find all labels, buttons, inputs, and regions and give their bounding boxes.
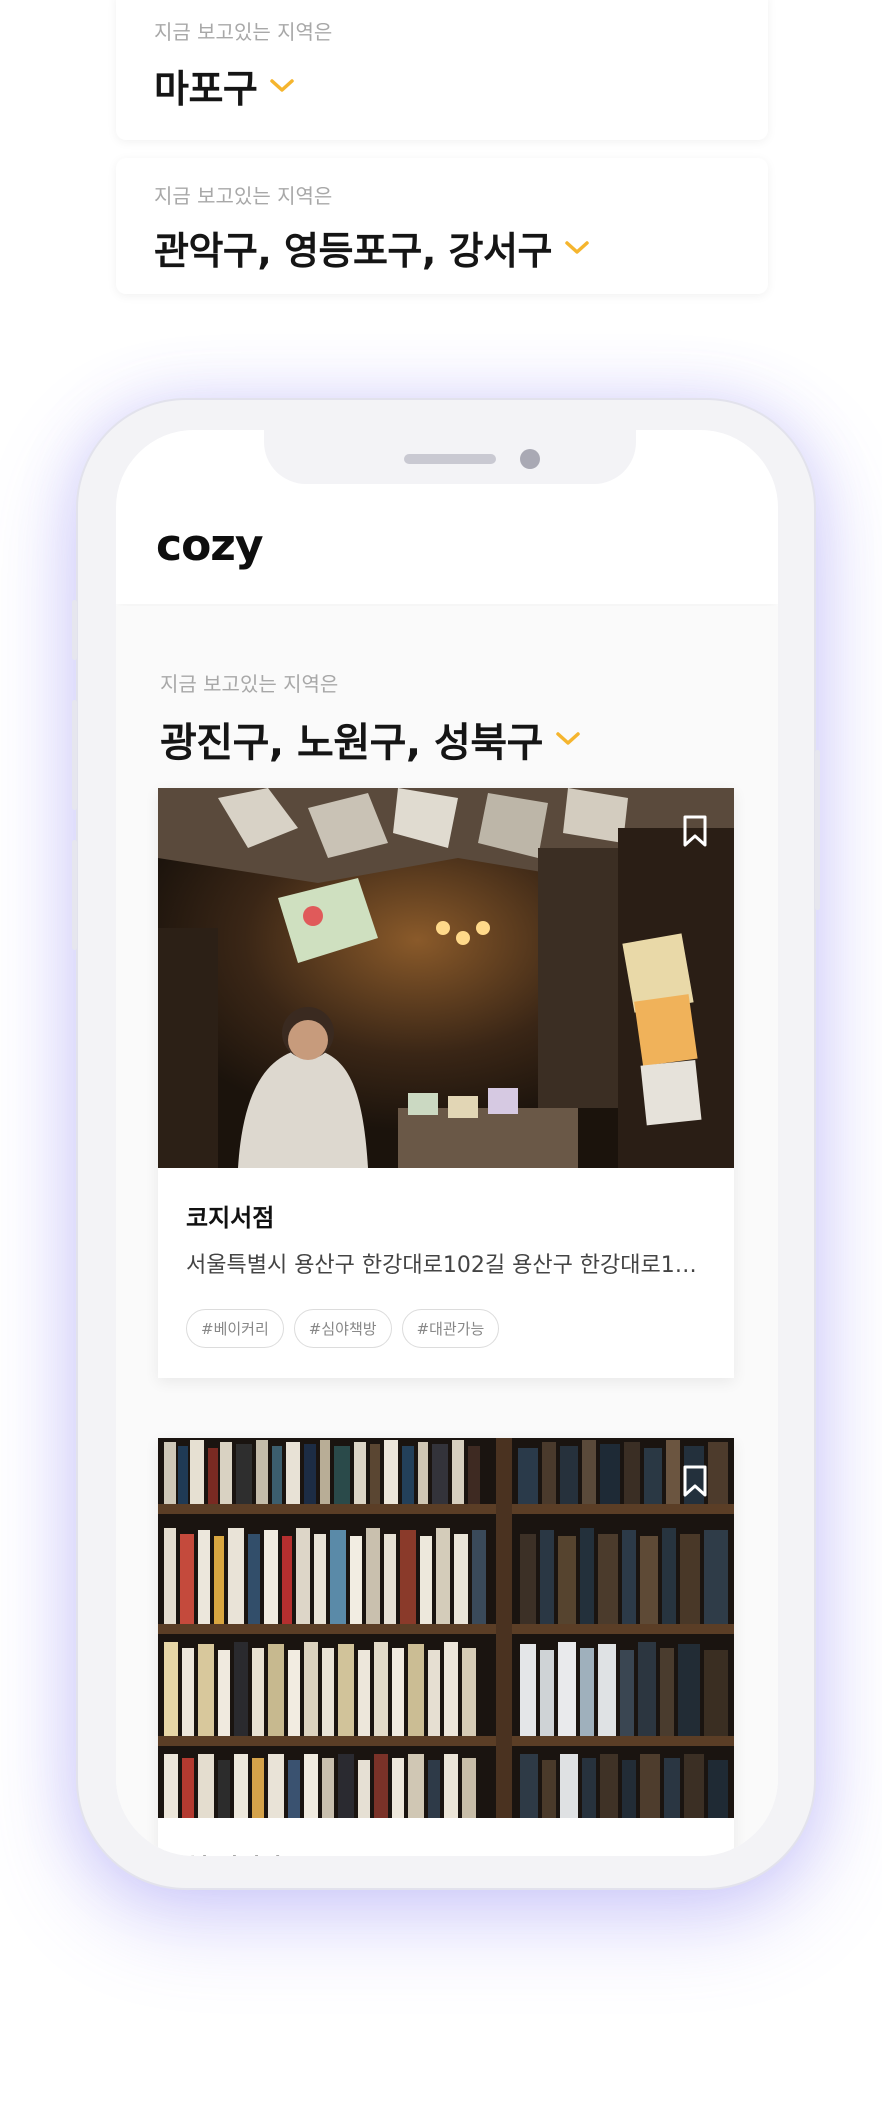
phone-mockup: cozy 지금 보고있는 지역은 광진구, 노원구, 성북구 코지서점 서울특별… (72, 398, 820, 1890)
region-dropdown[interactable]: 마포구 (154, 58, 295, 113)
region-dropdown[interactable]: 광진구, 노원구, 성북구 (160, 710, 581, 768)
card-title: 책 서점방 (186, 1848, 706, 1856)
chevron-down-icon[interactable] (555, 731, 581, 747)
chevron-down-icon[interactable] (269, 78, 295, 94)
phone-side-button (72, 700, 77, 810)
book-row (164, 1528, 728, 1624)
tag-chip[interactable]: #심야책방 (293, 1309, 392, 1348)
region-label: 지금 보고있는 지역은 (154, 20, 333, 44)
region-label: 지금 보고있는 지역은 (160, 672, 339, 696)
app-logo[interactable]: cozy (156, 520, 264, 571)
phone-side-button (815, 750, 820, 910)
bookmark-icon[interactable] (682, 814, 708, 848)
speaker-grille (404, 454, 496, 464)
bookshelf-image (158, 1438, 734, 1818)
bookstore-photo (158, 1438, 734, 1818)
bookstore-interior-image (158, 788, 734, 1168)
phone-screen: cozy 지금 보고있는 지역은 광진구, 노원구, 성북구 코지서점 서울특별… (116, 430, 778, 1856)
bookstore-card[interactable]: 책 서점방 (158, 1438, 734, 1856)
bookstore-photo (158, 788, 734, 1168)
region-label: 지금 보고있는 지역은 (154, 184, 333, 208)
phone-side-button (72, 840, 77, 950)
front-camera (520, 449, 540, 469)
region-value: 광진구, 노원구, 성북구 (160, 720, 543, 766)
app-content: 지금 보고있는 지역은 광진구, 노원구, 성북구 코지서점 서울특별시 용산구… (116, 606, 778, 1856)
tag-list: #베이커리 #심야책방 #대관가능 (186, 1309, 706, 1348)
phone-side-button (72, 600, 77, 660)
phone-notch (264, 430, 636, 484)
tag-chip[interactable]: #대관가능 (401, 1309, 500, 1348)
region-selector-card-2[interactable]: 지금 보고있는 지역은 관악구, 영등포구, 강서구 (116, 158, 768, 294)
card-title: 코지서점 (186, 1204, 275, 1232)
bookstore-card[interactable]: 코지서점 서울특별시 용산구 한강대로102길 용산구 한강대로102길 #베이… (158, 788, 734, 1378)
region-value: 마포구 (154, 67, 258, 111)
card-body: 책 서점방 (158, 1818, 734, 1856)
tag-chip[interactable]: #베이커리 (186, 1309, 284, 1348)
bookmark-icon[interactable] (682, 1464, 708, 1498)
card-body: 코지서점 서울특별시 용산구 한강대로102길 용산구 한강대로102길 #베이… (158, 1168, 734, 1348)
card-address: 서울특별시 용산구 한강대로102길 용산구 한강대로102길 (186, 1253, 706, 1278)
region-selector-card-1[interactable]: 지금 보고있는 지역은 마포구 (116, 0, 768, 140)
chevron-down-icon[interactable] (564, 240, 590, 256)
region-dropdown[interactable]: 관악구, 영등포구, 강서구 (154, 220, 590, 275)
region-value: 관악구, 영등포구, 강서구 (154, 229, 552, 273)
